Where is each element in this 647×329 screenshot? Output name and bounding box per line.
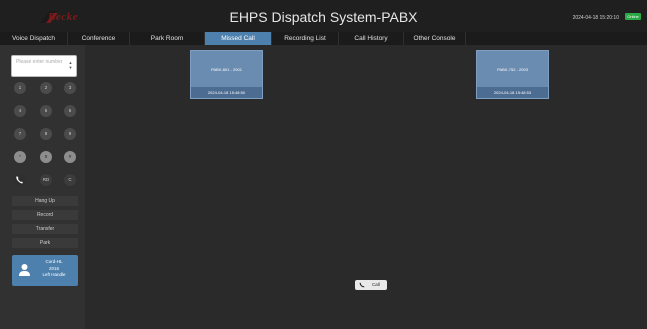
transfer-button[interactable]: Transfer: [12, 224, 78, 234]
clear-key[interactable]: C: [64, 174, 76, 186]
key-star[interactable]: *: [14, 151, 26, 163]
park-button[interactable]: Park: [12, 238, 78, 248]
key-0[interactable]: 0: [40, 151, 52, 163]
key-6[interactable]: 6: [64, 105, 76, 117]
key-1[interactable]: 1: [14, 82, 26, 94]
phone-icon: [16, 176, 23, 184]
status-badge: Online: [625, 13, 641, 20]
key-hash[interactable]: #: [64, 151, 76, 163]
app-title: EHPS Dispatch System-PABX: [229, 9, 418, 25]
key-8[interactable]: 8: [40, 128, 52, 140]
tab-conference[interactable]: Conference: [68, 32, 130, 45]
tab-voice-dispatch[interactable]: Voice Dispatch: [0, 32, 68, 45]
dial-key[interactable]: [14, 174, 26, 186]
spinner-icon[interactable]: ▲ ▼: [68, 60, 73, 72]
tab-park-room[interactable]: Park Room: [130, 32, 205, 45]
header-bar: Becke EHPS Dispatch System-PABX 2024-04-…: [0, 0, 647, 32]
key-3[interactable]: 3: [64, 82, 76, 94]
redial-key[interactable]: RD: [40, 174, 52, 186]
datetime-display: 2024-04-18 15:20:10: [572, 15, 619, 21]
call-button[interactable]: Call: [355, 280, 387, 290]
call-button-label: Call: [372, 282, 380, 287]
key-7[interactable]: 7: [14, 128, 26, 140]
key-2[interactable]: 2: [40, 82, 52, 94]
missed-call-card[interactable]: PABX-801 - 2001 2024-04-18 15:48:50: [190, 50, 263, 99]
missed-call-time: 2024-04-18 15:48:50: [191, 87, 262, 98]
tab-other-console[interactable]: Other Console: [404, 32, 466, 45]
missed-call-card[interactable]: PABX-752 - 2003 2024-04-18 15:48:53: [476, 50, 549, 99]
tab-bar: Voice Dispatch Conference Park Room Miss…: [0, 32, 647, 45]
missed-call-label: PABX-801 - 2001: [211, 67, 242, 72]
user-info: Cord-HL 2016 Left Handle: [34, 259, 74, 279]
user-avatar-icon: [19, 264, 30, 276]
user-mode: Left Handle: [42, 272, 66, 277]
number-input-placeholder: Please enter number: [16, 59, 63, 65]
phone-icon: [359, 282, 365, 288]
missed-call-time: 2024-04-18 15:48:53: [477, 87, 548, 98]
tab-missed-call[interactable]: Missed Call: [205, 32, 272, 45]
number-input[interactable]: Please enter number ▲ ▼: [11, 55, 77, 77]
record-button[interactable]: Record: [12, 210, 78, 220]
key-5[interactable]: 5: [40, 105, 52, 117]
user-card[interactable]: Cord-HL 2016 Left Handle: [12, 255, 78, 286]
tab-call-history[interactable]: Call History: [339, 32, 404, 45]
dial-sidebar: Please enter number ▲ ▼ 1 2 3 4 5 6 7 8 9…: [0, 45, 85, 329]
hang-up-button[interactable]: Hang Up: [12, 196, 78, 206]
missed-call-label: PABX-752 - 2003: [497, 67, 528, 72]
key-9[interactable]: 9: [64, 128, 76, 140]
tab-recording-list[interactable]: Recording List: [272, 32, 339, 45]
key-4[interactable]: 4: [14, 105, 26, 117]
